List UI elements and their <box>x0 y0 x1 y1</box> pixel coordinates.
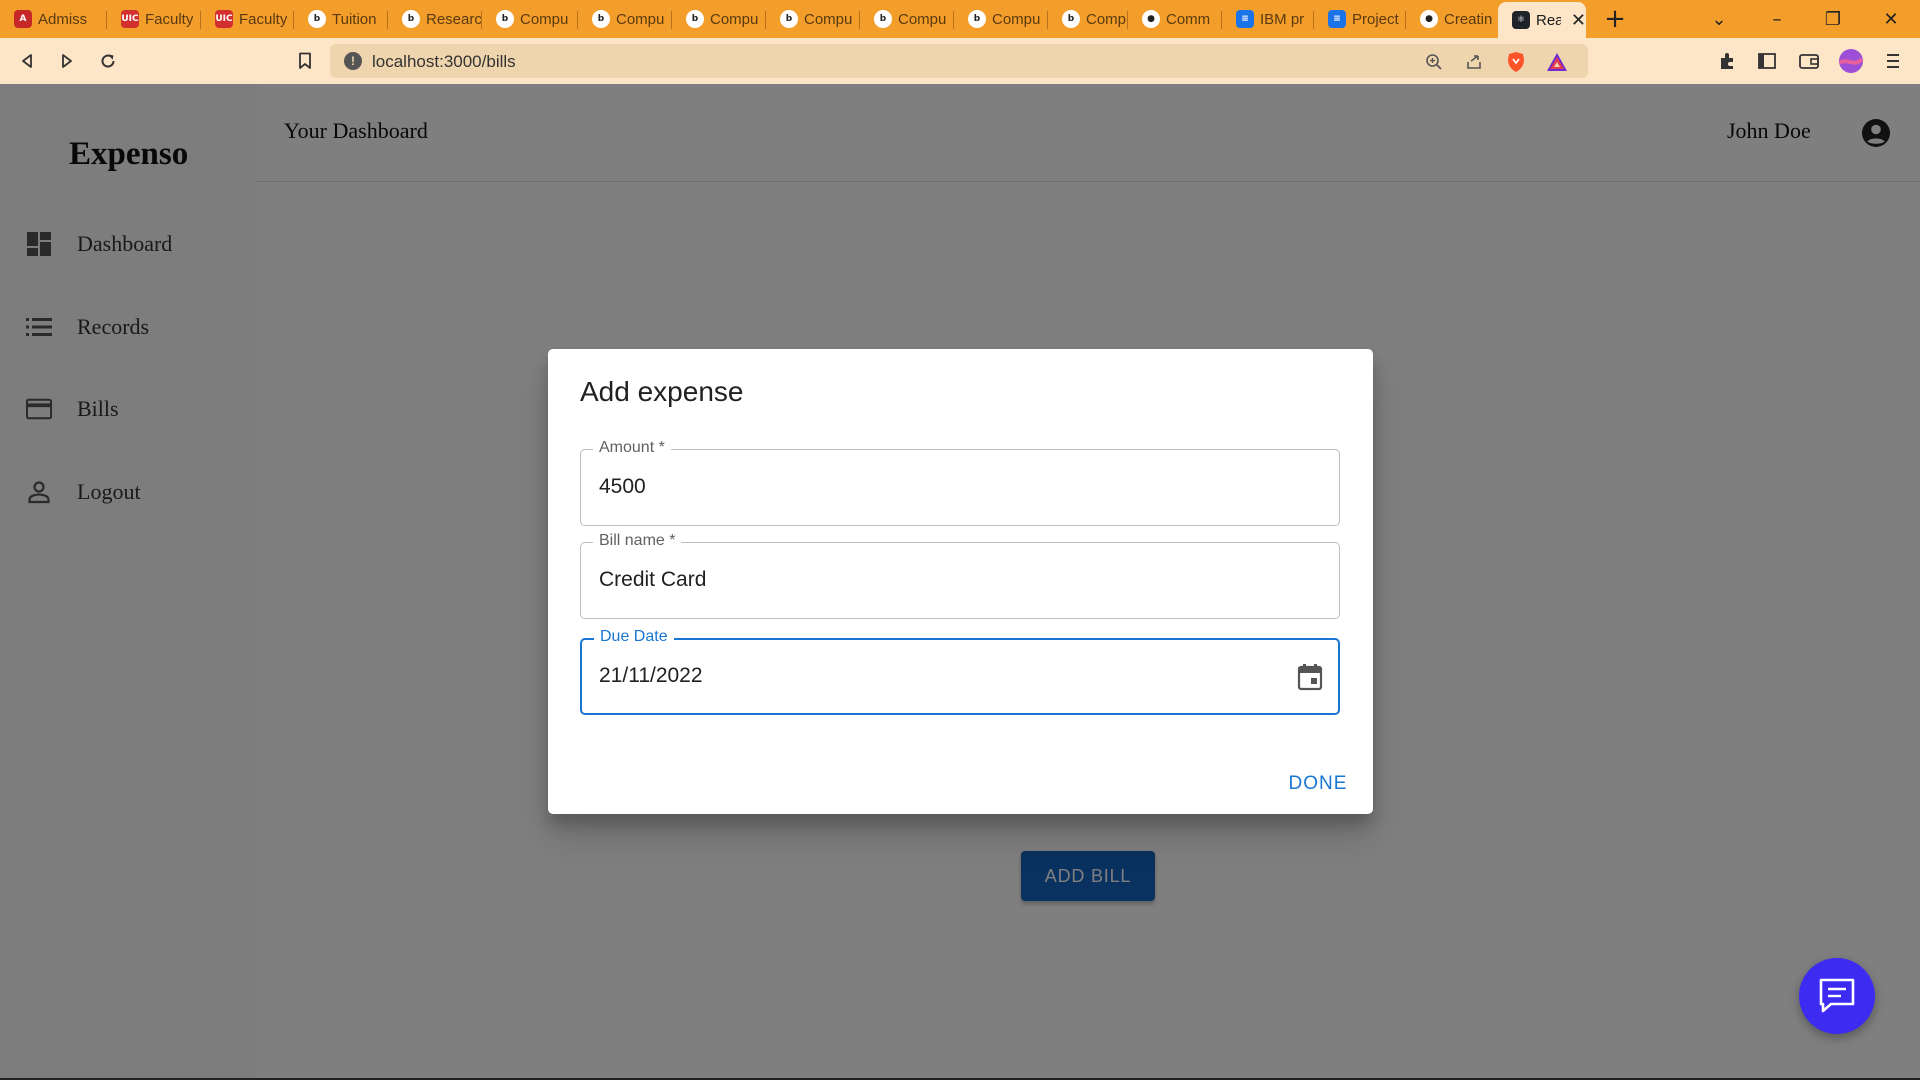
tab-title: Compu <box>520 10 569 28</box>
due-date-input[interactable]: 21/11/2022 <box>599 664 703 688</box>
admissions-icon: A <box>14 10 32 28</box>
new-tab-button[interactable]: + <box>1600 2 1630 36</box>
browser-menu-icon[interactable] <box>1880 48 1906 74</box>
extensions-icon[interactable] <box>1714 48 1740 74</box>
browser-tab[interactable]: UIC Faculty <box>107 4 200 34</box>
bill-name-input[interactable]: Credit Card <box>599 568 706 592</box>
browser-tab[interactable]: b Tuition <box>294 4 387 34</box>
tab-title: Compu <box>804 10 853 28</box>
browser-tab-strip: A Admiss UIC Faculty UIC Faculty b Tuition b Rese… <box>0 0 1920 38</box>
browser-tab[interactable]: b Compu <box>954 4 1047 34</box>
expenso-app: Expenso Dashboard Records Bills Logout <box>0 84 1920 1078</box>
react-icon: ⚛ <box>1512 11 1530 29</box>
due-date-label: Due Date <box>594 628 674 646</box>
amount-label: Amount * <box>593 439 671 457</box>
tab-title: Compu <box>1086 10 1127 28</box>
address-bar[interactable]: ! localhost:3000/bills <box>330 44 1588 78</box>
browser-tab[interactable]: b Compu <box>672 4 765 34</box>
due-date-field[interactable]: Due Date 21/11/2022 <box>580 628 1340 715</box>
browser-tab[interactable]: b Compu <box>1048 4 1127 34</box>
bill-name-field[interactable]: Bill name * Credit Card <box>580 532 1340 619</box>
profile-avatar-icon[interactable] <box>1838 48 1864 74</box>
tab-title: Compu <box>898 10 947 28</box>
browser-tab[interactable]: b Compu <box>578 4 671 34</box>
tab-title: Compu <box>616 10 665 28</box>
tab-b-icon: b <box>1062 10 1080 28</box>
tab-b-icon: b <box>686 10 704 28</box>
bill-name-label: Bill name * <box>593 532 682 550</box>
docs-icon: ≡ <box>1328 10 1346 28</box>
tab-b-icon: b <box>874 10 892 28</box>
uic-icon: UIC <box>215 10 233 28</box>
github-icon: ● <box>1142 10 1160 28</box>
tab-title: Creatin <box>1444 10 1493 28</box>
wallet-icon[interactable] <box>1796 48 1822 74</box>
browser-tab[interactable]: ≡ IBM pr <box>1222 4 1313 34</box>
tab-title: Comm <box>1166 10 1211 28</box>
tab-title: IBM pr <box>1260 10 1305 28</box>
tab-title: Faculty <box>145 10 194 28</box>
tab-b-icon: b <box>308 10 326 28</box>
tab-title: Tuition <box>332 10 377 28</box>
browser-tab[interactable]: ⚛ Rea ✕ <box>1498 2 1586 38</box>
browser-tab[interactable]: b Compu <box>482 4 577 34</box>
forward-button[interactable] <box>52 46 82 76</box>
close-window-button[interactable]: ✕ <box>1866 0 1916 38</box>
tab-b-icon: b <box>496 10 514 28</box>
github-icon: ● <box>1420 10 1438 28</box>
browser-toolbar: ! localhost:3000/bills <box>0 38 1920 84</box>
tab-search-chevron-icon[interactable]: ⌄ <box>1694 0 1744 38</box>
calendar-icon[interactable] <box>1296 663 1324 691</box>
brave-shields-icon[interactable] <box>1505 51 1527 73</box>
tab-title: Researc <box>426 10 481 28</box>
bookmark-button[interactable] <box>290 46 320 76</box>
browser-tab[interactable]: ● Creatin <box>1406 4 1497 34</box>
tab-title: Rea <box>1536 11 1561 29</box>
tab-b-icon: b <box>968 10 986 28</box>
tab-close-icon[interactable]: ✕ <box>1571 10 1586 31</box>
back-button[interactable] <box>12 46 42 76</box>
tab-b-icon: b <box>402 10 420 28</box>
uic-icon: UIC <box>121 10 139 28</box>
browser-tab[interactable]: b Compu <box>860 4 953 34</box>
browser-tab[interactable]: ● Comm <box>1128 4 1221 34</box>
dialog-title: Add expense <box>580 376 744 407</box>
tab-title: Faculty <box>239 10 288 28</box>
chat-icon <box>1819 978 1855 1013</box>
reload-button[interactable] <box>93 46 123 76</box>
sidebar-toggle-icon[interactable] <box>1754 48 1780 74</box>
tab-b-icon: b <box>592 10 610 28</box>
tab-title: Project <box>1352 10 1399 28</box>
tab-title: Compu <box>992 10 1041 28</box>
brave-rewards-icon[interactable] <box>1546 51 1568 73</box>
add-expense-dialog: Add expense Amount * 4500 Bill name * Cr… <box>548 349 1373 814</box>
tab-title: Admiss <box>38 10 88 28</box>
done-button[interactable]: DONE <box>1278 765 1358 803</box>
browser-tab[interactable]: ≡ Project <box>1314 4 1405 34</box>
back-icon <box>22 54 32 68</box>
docs-icon: ≡ <box>1236 10 1254 28</box>
forward-icon <box>62 54 72 68</box>
site-info-icon[interactable]: ! <box>344 52 362 70</box>
amount-field[interactable]: Amount * 4500 <box>580 439 1340 526</box>
browser-tab[interactable]: b Compu <box>766 4 859 34</box>
tab-b-icon: b <box>780 10 798 28</box>
reload-icon <box>101 54 115 68</box>
amount-input[interactable]: 4500 <box>599 475 646 499</box>
tab-title: Compu <box>710 10 759 28</box>
url-text[interactable]: localhost:3000/bills <box>372 52 516 72</box>
share-icon[interactable] <box>1463 51 1485 73</box>
browser-tab[interactable]: UIC Faculty <box>201 4 293 34</box>
chat-button[interactable] <box>1799 958 1875 1034</box>
bookmark-icon <box>299 52 311 69</box>
zoom-icon[interactable] <box>1423 51 1445 73</box>
browser-tab[interactable]: b Researc <box>388 4 481 34</box>
minimize-button[interactable]: – <box>1752 0 1802 38</box>
restore-button[interactable]: ❐ <box>1808 0 1858 38</box>
browser-tab[interactable]: A Admiss <box>0 4 106 34</box>
